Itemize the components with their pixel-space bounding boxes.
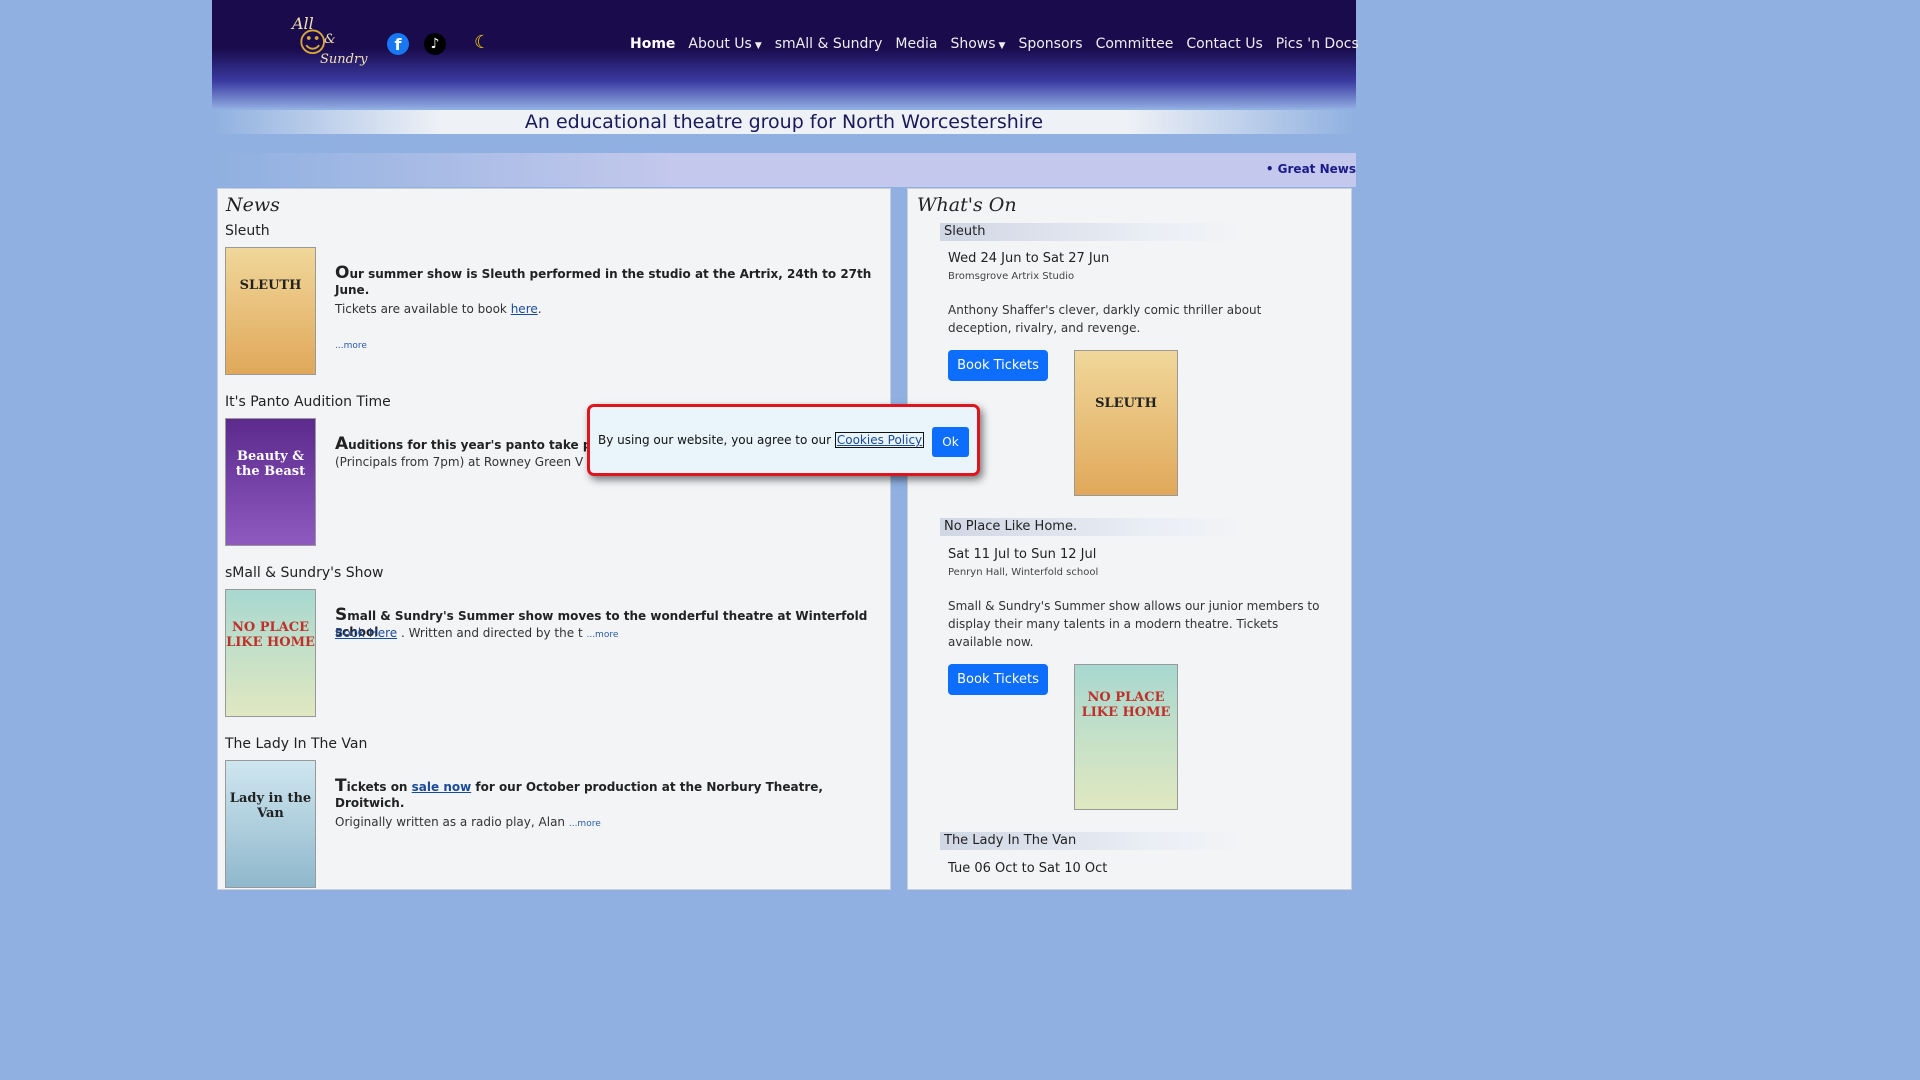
nav-sponsors[interactable]: Sponsors <box>1018 36 1082 52</box>
nav-small-sundry[interactable]: smAll & Sundry <box>775 36 883 52</box>
news-body: Tickets are available to book here. <box>335 302 542 316</box>
book-tickets-button[interactable]: Book Tickets <box>948 350 1048 381</box>
panto-poster-image[interactable]: Beauty & the Beast <box>225 418 316 546</box>
cookie-message: By using our website, you agree to our C… <box>598 432 925 448</box>
cookie-ok-button[interactable]: Ok <box>932 427 969 457</box>
nav-about-us[interactable]: About Us ▼ <box>688 36 761 52</box>
news-body: Book Here . Written and directed by the … <box>335 626 619 640</box>
event-title: The Lady In The Van <box>940 832 1244 850</box>
book-tickets-button[interactable]: Book Tickets <box>948 664 1048 695</box>
more-link[interactable]: ...more <box>335 337 885 355</box>
cookie-consent-popup: By using our website, you agree to our C… <box>587 404 980 476</box>
news-lead: Tickets on sale now for our October prod… <box>335 776 823 810</box>
nav-media[interactable]: Media <box>895 36 937 52</box>
sleuth-poster-image[interactable]: SLEUTH <box>225 247 316 375</box>
event-dates: Sat 11 Jul to Sun 12 Jul <box>948 547 1097 562</box>
news-panel: News Sleuth SLEUTH Our summer show is Sl… <box>217 188 891 890</box>
event-description: Small & Sundry's Summer show allows our … <box>948 599 1320 649</box>
nav-shows[interactable]: Shows ▼ <box>950 36 1005 52</box>
whats-on-heading: What's On <box>917 194 1017 216</box>
nav-pics-n-docs[interactable]: Pics 'n Docs <box>1276 36 1359 52</box>
event-dates: Wed 24 Jun to Sat 27 Jun <box>948 251 1110 266</box>
ticker-text[interactable]: • Great News <box>1266 162 1356 176</box>
news-item-title: The Lady In The Van <box>225 736 368 752</box>
event-dates: Tue 06 Oct to Sat 10 Oct <box>948 861 1108 876</box>
caret-down-icon: ▼ <box>998 41 1006 51</box>
event-title: Sleuth <box>940 223 1244 241</box>
nav-home[interactable]: Home <box>630 36 675 52</box>
news-body: Originally written as a radio play, Alan… <box>335 815 601 829</box>
site-tagline: An educational theatre group for North W… <box>212 110 1356 134</box>
event-venue: Bromsgrove Artrix Studio <box>948 271 1075 282</box>
news-item-title: It's Panto Audition Time <box>225 394 391 410</box>
news-item-title: Sleuth <box>225 223 270 239</box>
moon-icon[interactable]: ☾ <box>474 32 490 53</box>
nav-committee[interactable]: Committee <box>1096 36 1174 52</box>
event-title: No Place Like Home. <box>940 518 1244 536</box>
main-nav: Home About Us ▼ smAll & Sundry Media Show… <box>630 36 1359 52</box>
sale-now-link[interactable]: sale now <box>412 780 472 794</box>
more-link[interactable]: ...more <box>586 630 618 640</box>
no-place-like-home-poster-image[interactable]: NO PLACE LIKE HOME <box>1074 664 1178 810</box>
caret-down-icon: ▼ <box>754 41 762 51</box>
no-place-like-home-poster-image[interactable]: NO PLACE LIKE HOME <box>225 589 316 717</box>
facebook-icon[interactable]: f <box>387 33 409 55</box>
whats-on-panel: What's On Sleuth Wed 24 Jun to Sat 27 Ju… <box>907 188 1352 890</box>
more-link[interactable]: ...more <box>569 819 601 829</box>
cookies-policy-link[interactable]: Cookies Policy <box>834 432 925 448</box>
news-item-title: sMall & Sundry's Show <box>225 565 384 581</box>
site-logo[interactable]: All & Sundry ☺ <box>288 14 370 72</box>
site-header: All & Sundry ☺ f ♪ ☾ Home About Us ▼ smAl… <box>212 0 1359 108</box>
event-description: Anthony Shaffer's clever, darkly comic t… <box>948 303 1262 335</box>
news-ticker: • Great News <box>212 153 1356 187</box>
sleuth-poster-image[interactable]: SLEUTH <box>1074 350 1178 496</box>
news-heading: News <box>226 194 280 216</box>
here-link[interactable]: here <box>511 302 538 316</box>
lady-in-the-van-poster-image[interactable]: Lady in the Van <box>225 760 316 888</box>
theatre-masks-icon: ☺ <box>298 26 328 59</box>
nav-contact-us[interactable]: Contact Us <box>1186 36 1262 52</box>
tiktok-icon[interactable]: ♪ <box>424 33 446 55</box>
event-venue: Penryn Hall, Winterfold school <box>948 567 1099 578</box>
news-lead: Our summer show is Sleuth performed in t… <box>335 263 872 297</box>
book-here-link[interactable]: Book Here <box>335 626 397 640</box>
